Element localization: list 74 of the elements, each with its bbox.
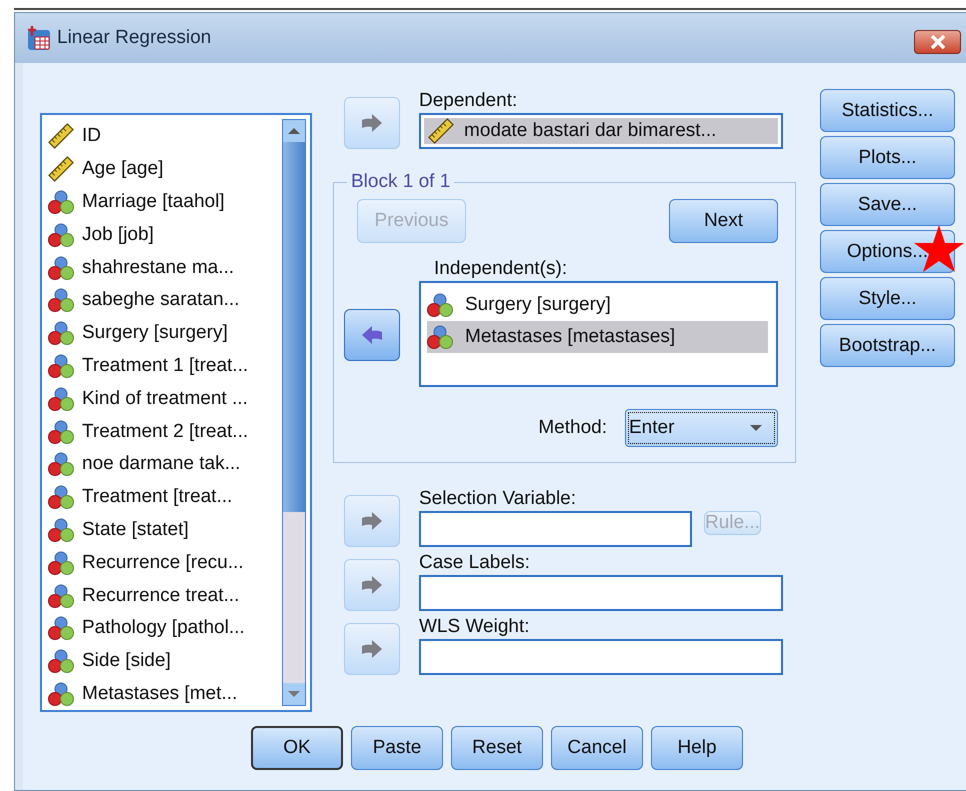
variable-item[interactable]: sabeghe saratan... xyxy=(48,284,282,317)
dialog-button[interactable]: Help xyxy=(651,726,743,770)
three-circles-icon xyxy=(48,418,74,445)
dialog-button[interactable]: Style... xyxy=(820,277,955,320)
dialog-button[interactable]: Plots... xyxy=(820,136,955,179)
move-arrow-button[interactable] xyxy=(344,309,400,361)
field-label: Dependent: xyxy=(419,89,518,113)
variable-item[interactable]: Kind of treatment ... xyxy=(48,382,282,416)
variable-item[interactable]: Recurrence treat... xyxy=(48,579,282,612)
scrollbar[interactable] xyxy=(282,119,306,706)
variable-item[interactable]: Treatment 1 [treat... xyxy=(48,350,282,382)
window-title: Linear Regression xyxy=(57,27,212,49)
variable-item[interactable]: Surgery [surgery] xyxy=(48,316,282,350)
dialog-button[interactable]: Save... xyxy=(820,183,955,226)
three-circles-icon xyxy=(48,516,74,543)
variable-item[interactable]: Age [age] xyxy=(48,152,282,186)
close-icon xyxy=(930,35,946,49)
variable-item[interactable]: ID xyxy=(48,120,282,153)
selected-variable[interactable]: modate bastari dar bimarest... xyxy=(424,118,778,144)
three-circles-icon xyxy=(48,484,74,510)
scroll-thumb[interactable] xyxy=(283,142,305,512)
variable-item[interactable]: shahrestane ma... xyxy=(48,251,282,284)
input-field[interactable] xyxy=(419,511,692,547)
variable-item[interactable]: Marriage [taahol] xyxy=(48,186,282,218)
three-circles-icon xyxy=(48,254,74,281)
group-title: Block 1 of 1 xyxy=(350,171,452,193)
up-arrow-icon xyxy=(287,127,301,135)
close-button[interactable] xyxy=(914,30,961,54)
field-label: Case Labels: xyxy=(419,551,531,575)
three-circles-icon xyxy=(48,680,74,707)
variable-item[interactable]: Side [side] xyxy=(48,644,282,678)
variable-item[interactable]: Job [job] xyxy=(48,218,282,252)
dialog-button[interactable]: Bootstrap... xyxy=(820,324,955,367)
three-circles-icon xyxy=(48,222,74,248)
input-field[interactable]: modate bastari dar bimarest... xyxy=(419,113,783,149)
dialog-button[interactable]: Reset xyxy=(451,726,543,770)
variable-item[interactable]: State [statet] xyxy=(48,514,282,546)
three-circles-icon xyxy=(48,615,74,642)
three-circles-icon xyxy=(48,451,74,478)
down-arrow-icon xyxy=(287,690,301,698)
input-field[interactable] xyxy=(419,639,783,675)
dialog-button[interactable]: Cancel xyxy=(551,726,643,770)
variable-item[interactable]: Metastases [met... xyxy=(48,678,282,710)
three-circles-icon xyxy=(48,550,74,576)
variable-item[interactable]: Recurrence [recu... xyxy=(48,546,282,580)
app-icon xyxy=(25,24,53,52)
three-circles-icon xyxy=(48,582,74,609)
field-label: Selection Variable: xyxy=(419,487,578,511)
dropdown-caret-icon xyxy=(749,424,763,432)
variable-item[interactable]: Treatment [treat... xyxy=(48,480,282,514)
three-circles-icon xyxy=(48,352,74,379)
method-label: Method: xyxy=(538,416,607,440)
variable-item[interactable]: noe darmane tak... xyxy=(48,448,282,481)
variable-item[interactable]: Metastases [metastases] xyxy=(427,321,768,353)
next-button[interactable]: Next xyxy=(669,199,778,243)
input-field[interactable] xyxy=(419,575,783,611)
field-label: Independent(s): xyxy=(433,257,568,281)
variable-item[interactable]: Surgery [surgery] xyxy=(427,289,768,321)
three-circles-icon xyxy=(48,648,74,674)
dialog-button[interactable]: Statistics... xyxy=(820,89,955,132)
scroll-down-button[interactable] xyxy=(283,683,305,705)
three-circles-icon xyxy=(427,324,453,350)
variable-item[interactable]: Pathology [pathol... xyxy=(48,612,282,645)
variable-item[interactable]: Treatment 2 [treat... xyxy=(48,415,282,448)
three-circles-icon xyxy=(48,320,74,346)
dialog-button[interactable]: Paste xyxy=(351,726,443,770)
field-label: WLS Weight: xyxy=(419,615,531,639)
scroll-up-button[interactable] xyxy=(283,120,305,142)
three-circles-icon xyxy=(48,386,74,412)
method-dropdown[interactable]: Enter xyxy=(625,409,778,447)
three-circles-icon xyxy=(48,188,74,215)
three-circles-icon xyxy=(48,287,74,314)
three-circles-icon xyxy=(427,292,453,318)
dialog-button[interactable]: OK xyxy=(251,726,343,770)
